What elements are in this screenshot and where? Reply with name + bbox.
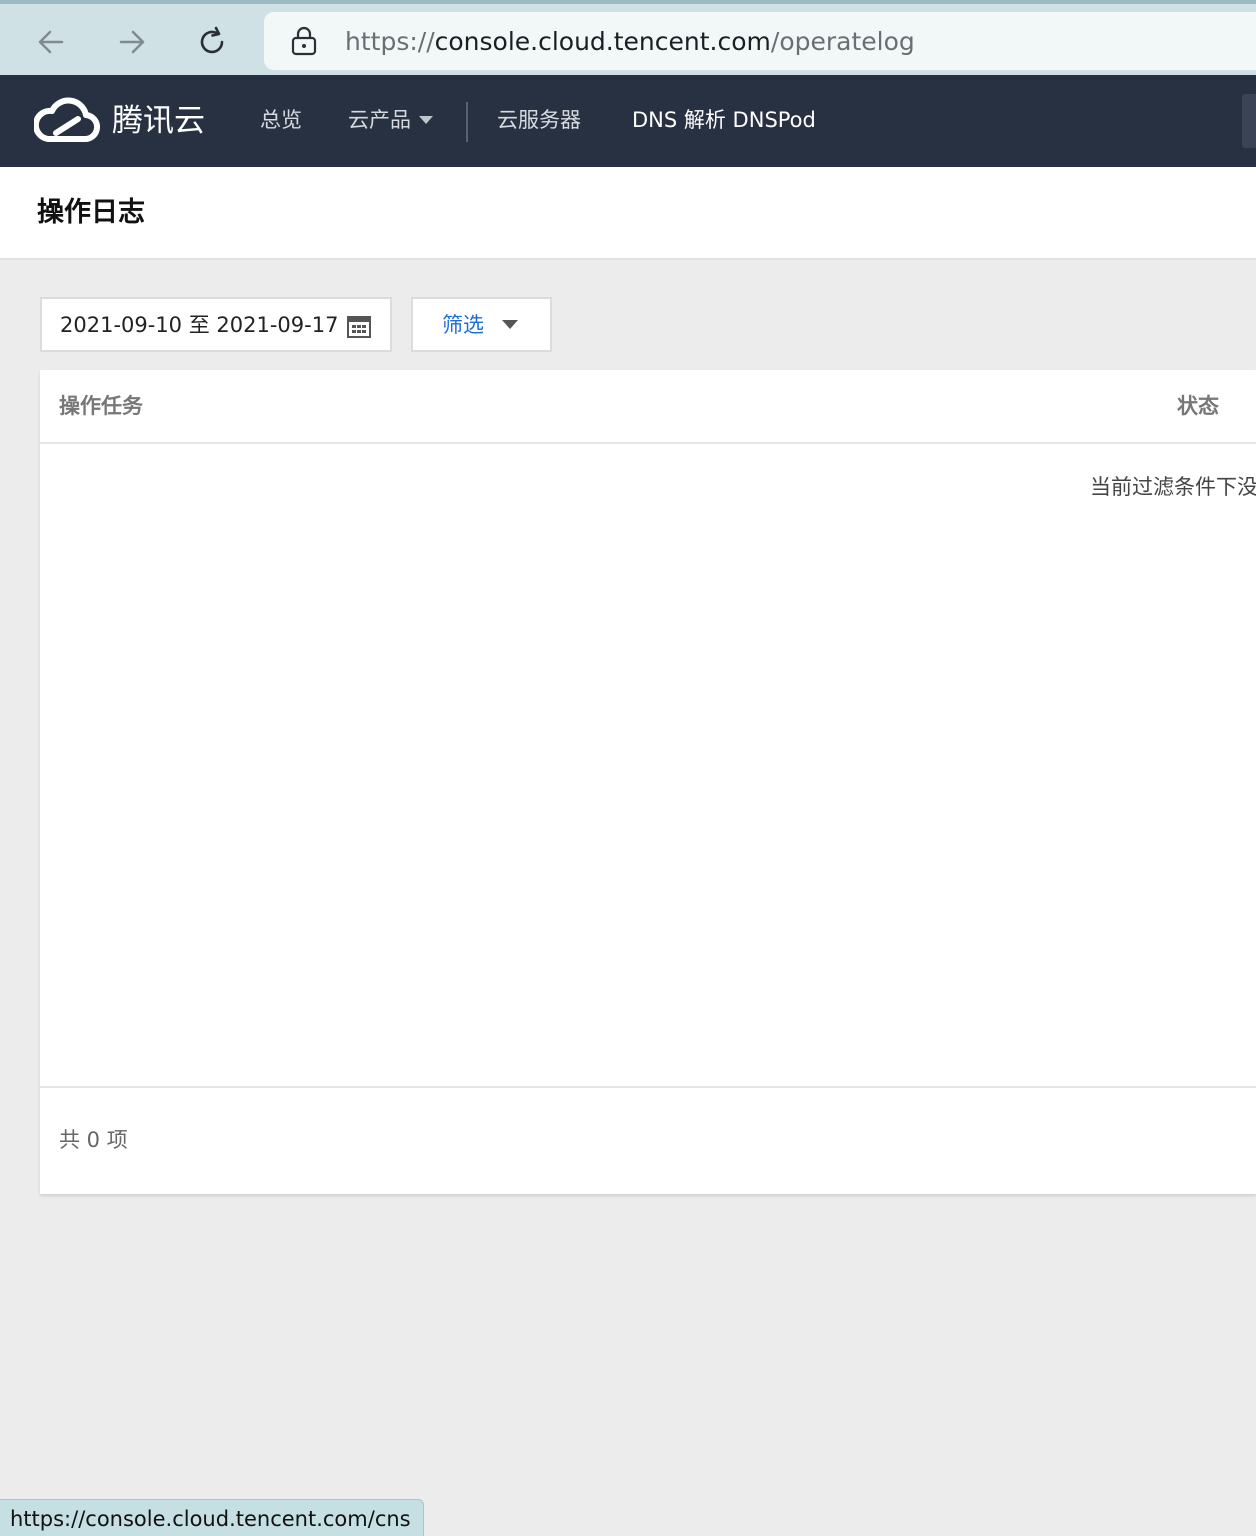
brand-name[interactable]: 腾讯云	[112, 101, 205, 141]
calendar-icon	[347, 316, 371, 338]
forward-button[interactable]	[110, 20, 154, 64]
browser-toolbar: https://console.cloud.tencent.com/operat…	[0, 0, 1256, 75]
reload-icon	[200, 26, 224, 54]
nav-divider	[466, 102, 468, 142]
url-host: console.cloud.tencent.com	[434, 27, 771, 56]
tencent-cloud-logo-icon[interactable]	[34, 97, 100, 145]
filter-label: 筛选	[442, 313, 484, 337]
nav-right-control[interactable]	[1242, 94, 1256, 148]
caret-down-icon	[502, 320, 518, 329]
page-title: 操作日志	[37, 197, 145, 228]
nav-item-dnspod[interactable]: DNS 解析 DNSPod	[632, 105, 816, 135]
url-path: /operatelog	[770, 27, 915, 56]
top-navigation: 腾讯云 总览 云产品 云服务器 DNS 解析 DNSPod	[0, 75, 1256, 167]
date-range-picker[interactable]: 2021-09-10 至 2021-09-17	[40, 297, 392, 352]
nav-item-products-label: 云产品	[348, 108, 411, 132]
status-url: https://console.cloud.tencent.com/cns	[10, 1507, 411, 1531]
arrow-right-icon	[119, 30, 145, 54]
column-header-status: 状态	[1177, 394, 1219, 418]
nav-item-cvm[interactable]: 云服务器	[497, 105, 581, 135]
url-scheme: https://	[345, 27, 435, 56]
total-count: 共 0 项	[59, 1128, 128, 1152]
filter-dropdown[interactable]: 筛选	[411, 297, 552, 352]
lock-icon	[291, 26, 317, 56]
browser-status-bar: https://console.cloud.tencent.com/cns	[0, 1499, 424, 1536]
page-header: 操作日志	[0, 167, 1256, 260]
reload-button[interactable]	[190, 20, 234, 64]
column-header-task: 操作任务	[59, 394, 143, 418]
arrow-left-icon	[38, 30, 64, 54]
back-button[interactable]	[29, 20, 73, 64]
address-bar[interactable]: https://console.cloud.tencent.com/operat…	[264, 12, 1256, 70]
operation-log-table: 操作任务 状态 当前过滤条件下没 共 0 项	[40, 370, 1256, 1194]
date-range-value: 2021-09-10 至 2021-09-17	[60, 313, 339, 337]
nav-item-overview[interactable]: 总览	[260, 105, 302, 135]
table-footer: 共 0 项	[40, 1086, 1256, 1194]
empty-state-message: 当前过滤条件下没	[1090, 475, 1256, 499]
caret-down-icon	[419, 115, 433, 124]
table-header: 操作任务 状态	[40, 370, 1256, 444]
url-text: https://console.cloud.tencent.com/operat…	[345, 27, 915, 57]
nav-item-products[interactable]: 云产品	[348, 105, 433, 135]
